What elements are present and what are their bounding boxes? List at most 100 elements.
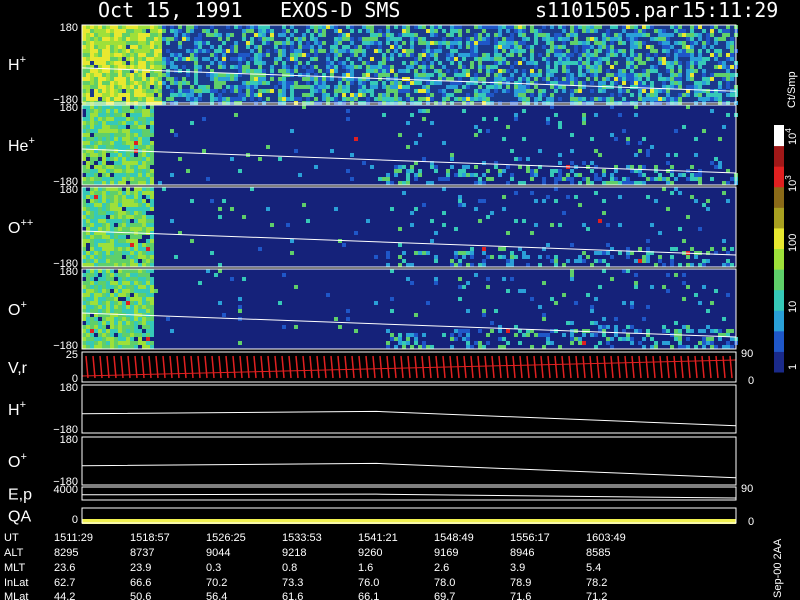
spectrogram-cell — [698, 49, 702, 53]
spectrogram-cell — [158, 25, 162, 29]
spectrogram-cell — [130, 251, 134, 255]
spectrogram-cell — [690, 177, 694, 181]
spectrogram-cell — [122, 29, 126, 33]
spectrogram-cell — [126, 329, 130, 333]
spectrogram-cell — [522, 289, 526, 293]
spectrogram-cell — [358, 37, 362, 41]
spectrogram-cell — [350, 65, 354, 69]
spectrogram-cell — [554, 65, 558, 69]
spectrogram-cell — [150, 145, 154, 149]
spectrogram-cell — [622, 73, 626, 77]
spectrogram-cell — [82, 133, 86, 137]
spectrogram-cell — [394, 49, 398, 53]
spectrogram-cell — [238, 57, 242, 61]
spectrogram-cell — [90, 49, 94, 53]
spectrogram-cell — [490, 25, 494, 29]
spectrogram-cell — [126, 57, 130, 61]
spectrogram-cell — [538, 333, 542, 337]
spectrogram-cell — [118, 305, 122, 309]
spectrogram-cell — [318, 45, 322, 49]
spectrogram-cell — [122, 211, 126, 215]
spectrogram-cell — [630, 93, 634, 97]
spectrogram-cell — [638, 341, 642, 345]
spectrogram-cell — [90, 97, 94, 101]
spectrogram-cell — [634, 281, 638, 285]
spectrogram-cell — [510, 263, 514, 267]
spectrogram-cell — [146, 281, 150, 285]
spectrogram-cell — [90, 243, 94, 247]
spectrogram-cell — [90, 329, 94, 333]
spectrogram-cell — [110, 45, 114, 49]
spectrogram-cell — [706, 33, 710, 37]
spectrogram-cell — [134, 73, 138, 77]
spectrogram-cell — [134, 173, 138, 177]
spectrogram-cell — [226, 33, 230, 37]
spectrogram-cell — [230, 65, 234, 69]
spectrogram-cell — [102, 277, 106, 281]
spectrogram-cell — [150, 259, 154, 263]
spectrogram-cell — [86, 289, 90, 293]
spectrogram-cell — [402, 89, 406, 93]
spectrogram-cell — [138, 251, 142, 255]
spectrogram-cell — [146, 269, 150, 273]
spectrogram-cell — [406, 77, 410, 81]
spectrogram-cell — [90, 173, 94, 177]
spectrogram-cell — [674, 41, 678, 45]
spectrogram-cell — [486, 169, 490, 173]
spectrogram-cell — [94, 45, 98, 49]
spectrogram-cell — [630, 181, 634, 185]
spectrogram-cell — [446, 85, 450, 89]
spectrogram-cell — [314, 97, 318, 101]
spectrogram-cell — [678, 263, 682, 267]
spectrogram-cell — [102, 53, 106, 57]
spectrogram-cell — [466, 29, 470, 33]
spectrogram-cell — [430, 33, 434, 37]
spectrogram-cell — [582, 177, 586, 181]
spectrogram-cell — [210, 77, 214, 81]
spectrogram-cell — [362, 53, 366, 57]
spectrogram-cell — [422, 251, 426, 255]
ephem-cell: 44.2 — [54, 591, 75, 600]
spectrogram-cell — [602, 77, 606, 81]
spectrogram-cell — [102, 137, 106, 141]
spectrogram-cell — [546, 333, 550, 337]
spectrogram-cell — [122, 301, 126, 305]
spectrogram-cell — [642, 317, 646, 321]
spectrogram-cell — [710, 161, 714, 165]
spectrogram-cell — [82, 53, 86, 57]
spectrogram-cell — [494, 57, 498, 61]
spectrogram-cell — [354, 137, 358, 141]
spectrogram-cell — [674, 153, 678, 157]
spectrogram-cell — [714, 41, 718, 45]
spectrogram-cell — [90, 285, 94, 289]
spectrogram-cell — [454, 85, 458, 89]
spectrogram-cell — [566, 37, 570, 41]
spectrogram-cell — [662, 37, 666, 41]
spectrogram-cell — [82, 203, 86, 207]
spectrogram-cell — [434, 255, 438, 259]
spectrogram-cell — [486, 93, 490, 97]
spectrogram-cell — [82, 317, 86, 321]
spectrogram-cell — [150, 73, 154, 77]
spectrogram-cell — [702, 263, 706, 267]
spectrogram-cell — [706, 49, 710, 53]
spectrogram-cell — [106, 45, 110, 49]
spectrogram-cell — [486, 57, 490, 61]
spectrogram-cell — [658, 259, 662, 263]
spectrogram-cell — [526, 157, 530, 161]
spectrogram-cell — [478, 41, 482, 45]
spectrogram-cell — [510, 149, 514, 153]
spectrogram-cell — [234, 65, 238, 69]
spectrogram-cell — [150, 289, 154, 293]
ephem-cell: 9044 — [206, 547, 230, 559]
spectrogram-cell — [718, 85, 722, 89]
spectrogram-cell — [250, 89, 254, 93]
spectrogram-cell — [106, 187, 110, 191]
spectrogram-cell — [150, 231, 154, 235]
spectrogram-cell — [726, 345, 730, 349]
spectrogram-cell — [642, 259, 646, 263]
spectrogram-cell — [154, 65, 158, 69]
spectrogram-cell — [542, 25, 546, 29]
spectrogram-cell — [674, 85, 678, 89]
spectrogram-cell — [86, 53, 90, 57]
